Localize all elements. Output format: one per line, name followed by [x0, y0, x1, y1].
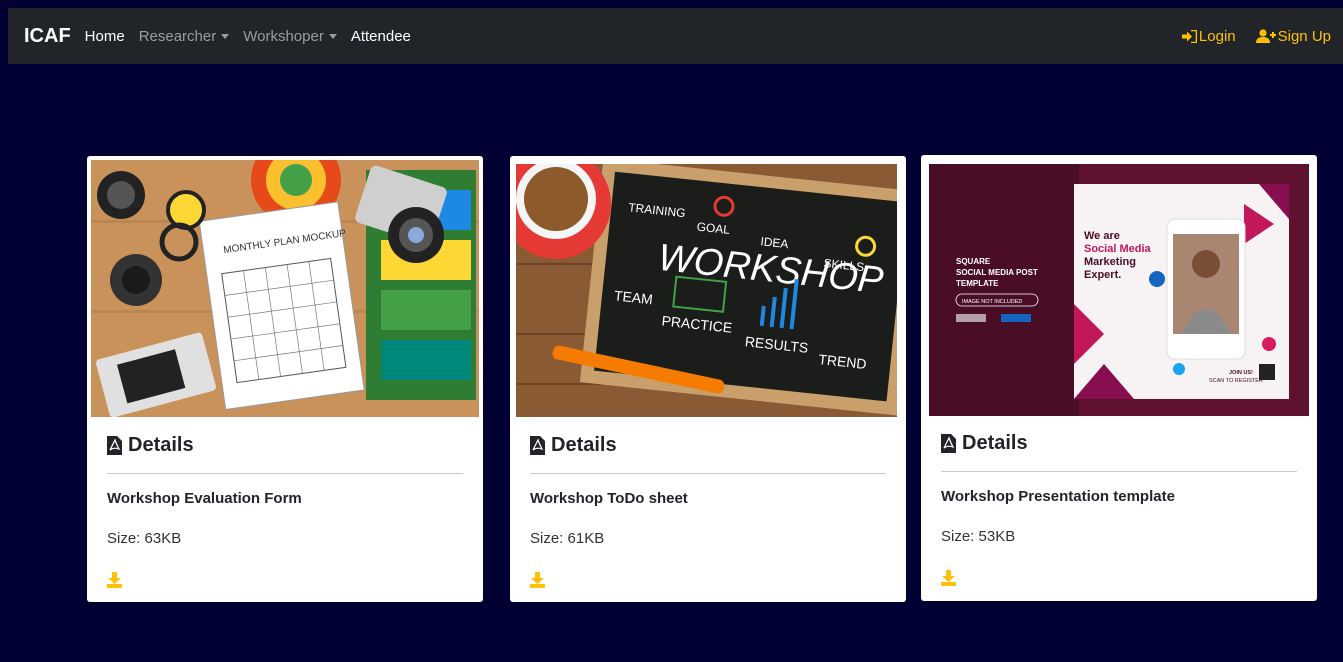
- svg-text:SCAN TO REGISTER: SCAN TO REGISTER: [1209, 378, 1263, 384]
- brand[interactable]: ICAF: [24, 25, 71, 48]
- signup-link[interactable]: Sign Up: [1255, 28, 1331, 45]
- resource-card: SQUARE SOCIAL MEDIA POST TEMPLATE IMAGE …: [921, 155, 1317, 601]
- resource-card: WORKSHOP TRAINING GOAL IDEA SKILLS TEAM …: [510, 156, 906, 602]
- svg-text:SOCIAL MEDIA POST: SOCIAL MEDIA POST: [956, 268, 1038, 277]
- details-heading: Details: [941, 432, 1028, 455]
- download-icon[interactable]: [530, 572, 545, 593]
- svg-text:Marketing: Marketing: [1084, 256, 1136, 268]
- caret-down-icon: [221, 33, 230, 39]
- divider: [107, 473, 463, 474]
- nav-workshoper-dropdown[interactable]: Workshoper: [243, 28, 337, 45]
- details-heading: Details: [530, 434, 617, 457]
- card-title: Workshop Presentation template: [941, 488, 1175, 505]
- svg-text:IDEA: IDEA: [760, 234, 789, 251]
- card-image-chalkboard: WORKSHOP TRAINING GOAL IDEA SKILLS TEAM …: [516, 164, 897, 417]
- svg-text:We are: We are: [1084, 230, 1120, 242]
- download-icon[interactable]: [941, 570, 956, 591]
- pdf-file-icon: [530, 436, 545, 455]
- card-size: Size: 53KB: [941, 528, 1016, 545]
- navbar: ICAF Home Researcher Workshoper Attendee…: [8, 8, 1343, 64]
- svg-text:Expert.: Expert.: [1084, 269, 1121, 281]
- login-link[interactable]: Login: [1181, 28, 1236, 45]
- svg-text:Social Media: Social Media: [1084, 243, 1152, 255]
- nav-auth: Login Sign Up: [1162, 8, 1331, 64]
- pdf-file-icon: [941, 434, 956, 453]
- nav-researcher-dropdown[interactable]: Researcher: [139, 28, 230, 45]
- page: ICAF Home Researcher Workshoper Attendee…: [8, 8, 1343, 662]
- svg-text:TEMPLATE: TEMPLATE: [956, 279, 999, 288]
- pdf-file-icon: [107, 436, 122, 455]
- card-title: Workshop ToDo sheet: [530, 490, 688, 507]
- sign-in-icon: [1181, 29, 1197, 43]
- nav-attendee[interactable]: Attendee: [351, 28, 411, 45]
- svg-text:IMAGE NOT INCLUDED: IMAGE NOT INCLUDED: [962, 299, 1022, 305]
- svg-text:SQUARE: SQUARE: [956, 257, 991, 266]
- card-size: Size: 63KB: [107, 530, 182, 547]
- caret-down-icon: [328, 33, 337, 39]
- download-icon[interactable]: [107, 572, 122, 593]
- divider: [530, 473, 886, 474]
- card-title: Workshop Evaluation Form: [107, 490, 302, 507]
- details-heading: Details: [107, 434, 194, 457]
- nav-home[interactable]: Home: [85, 28, 125, 45]
- card-size: Size: 61KB: [530, 530, 605, 547]
- user-plus-icon: [1255, 29, 1276, 43]
- divider: [941, 471, 1297, 472]
- card-image-planner: MONTHLY PLAN MOCKUP: [91, 160, 479, 417]
- resource-card: MONTHLY PLAN MOCKUP Details Workshop Eva…: [87, 156, 483, 602]
- card-image-social-template: SQUARE SOCIAL MEDIA POST TEMPLATE IMAGE …: [929, 164, 1309, 416]
- svg-text:JOIN US!: JOIN US!: [1229, 370, 1253, 376]
